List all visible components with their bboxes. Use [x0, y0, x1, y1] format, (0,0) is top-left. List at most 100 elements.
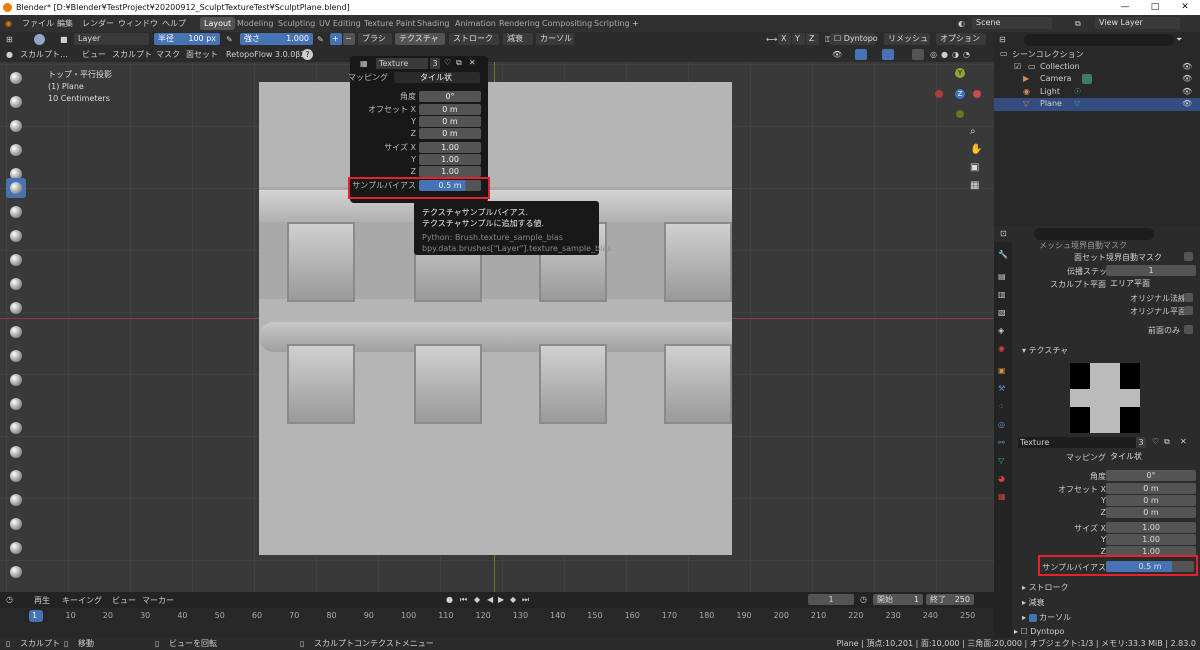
grab-brush-icon[interactable] — [6, 418, 26, 438]
multiplane-scrape-icon[interactable] — [6, 370, 26, 390]
tab-layout[interactable]: Layout — [200, 17, 236, 30]
mirror-z-toggle[interactable]: Z — [806, 33, 819, 45]
unlink-texture-icon[interactable]: ✕ — [469, 58, 476, 67]
collection-visibility-icon[interactable]: 👁 — [1182, 62, 1192, 71]
mask-menu[interactable]: マスク — [156, 47, 180, 62]
start-frame-field[interactable]: 開始 1 — [873, 594, 923, 605]
modifier-tab-icon[interactable]: ⚒ — [998, 384, 1005, 393]
record-button-icon[interactable]: ● — [446, 595, 453, 604]
tab-uv-editing[interactable]: UV Editing — [315, 17, 365, 30]
popup-offset-x-field[interactable]: 0 m — [419, 104, 481, 115]
flatten-brush-icon[interactable] — [6, 298, 26, 318]
brush-preview-icon[interactable] — [34, 34, 45, 45]
play-icon[interactable]: ▶ — [498, 595, 504, 604]
maximize-button[interactable]: □ — [1140, 0, 1170, 15]
new-texture-icon[interactable]: ⧉ — [1164, 437, 1170, 447]
light-label[interactable]: Light — [1040, 87, 1060, 96]
popup-size-x-field[interactable]: 1.00 — [419, 142, 481, 153]
brush-name-field[interactable]: Layer — [74, 33, 149, 45]
gizmo-y-axis[interactable]: Y — [955, 68, 965, 78]
object-tab-icon[interactable]: ▣ — [998, 366, 1006, 375]
tab-shading[interactable]: Shading — [413, 17, 454, 30]
inflate-brush-icon[interactable] — [6, 202, 26, 222]
constraints-tab-icon[interactable]: ⚯ — [998, 438, 1005, 447]
tab-scripting[interactable]: Scripting — [590, 17, 634, 30]
keying-menu[interactable]: キーイング — [62, 595, 102, 606]
close-button[interactable]: ✕ — [1170, 0, 1200, 15]
strength-field[interactable]: 強さ 1.000 — [240, 33, 313, 45]
remesh-dropdown[interactable]: リメッシュ — [884, 33, 930, 45]
gizmo-neg-x-axis[interactable] — [935, 90, 943, 98]
filter-icon[interactable]: ⏷ — [1176, 35, 1182, 45]
popup-texture-name[interactable]: Texture — [376, 58, 428, 69]
wireframe-shading-icon[interactable]: ◎ — [930, 47, 937, 62]
scene-tab-icon[interactable]: ◈ — [998, 326, 1004, 335]
mapping-select[interactable]: タイル状 — [1106, 451, 1196, 462]
draw-sharp-brush-icon[interactable] — [6, 92, 26, 112]
material-shading-icon[interactable]: ◑ — [952, 47, 959, 62]
blender-menu-icon[interactable]: ◉ — [5, 15, 12, 32]
offset-y-field[interactable]: 0 m — [1106, 495, 1196, 506]
tab-compositing[interactable]: Compositing — [538, 17, 596, 30]
faceset-mask-checkbox[interactable] — [1184, 252, 1193, 261]
stroke-section-header[interactable]: ▸ ストローク — [1022, 582, 1069, 593]
dyntopo-section-header[interactable]: ▸ ☐ Dyntopo — [1014, 627, 1064, 636]
thumb-brush-icon[interactable] — [6, 490, 26, 510]
original-normal-checkbox[interactable] — [1184, 293, 1193, 302]
next-keyframe-icon[interactable]: ◆ — [510, 595, 516, 604]
popup-mapping-select[interactable]: タイル状 — [394, 72, 480, 83]
prev-keyframe-icon[interactable]: ◆ — [474, 595, 480, 604]
original-plane-checkbox[interactable] — [1184, 306, 1193, 315]
tab-modeling[interactable]: Modeling — [233, 17, 277, 30]
collection-checkbox[interactable]: ☑ — [1014, 62, 1021, 71]
tool-tab-icon[interactable]: 🔧 — [998, 250, 1008, 259]
overlay-toggle-icon[interactable] — [882, 49, 894, 60]
jump-end-icon[interactable]: ⏭ — [522, 595, 529, 605]
playback-menu[interactable]: 再生 — [34, 595, 50, 606]
fill-brush-icon[interactable] — [6, 322, 26, 342]
camera-label[interactable]: Camera — [1040, 74, 1071, 83]
rendered-shading-icon[interactable]: ◔ — [963, 47, 970, 62]
timeline-type-icon[interactable]: ◷ — [6, 595, 13, 604]
layer-brush-icon[interactable] — [6, 178, 26, 198]
physics-tab-icon[interactable]: ◎ — [998, 420, 1005, 429]
xray-toggle-icon[interactable] — [912, 49, 924, 60]
popup-size-y-field[interactable]: 1.00 — [419, 154, 481, 165]
angle-field[interactable]: 0° — [1106, 470, 1196, 481]
add-button[interactable]: + — [330, 33, 342, 45]
texture-name-field[interactable]: Texture — [1018, 437, 1136, 448]
texture-tab-icon[interactable]: ▦ — [998, 492, 1006, 501]
popup-size-z-field[interactable]: 1.00 — [419, 166, 481, 177]
falloff-dropdown[interactable]: 減衰 — [503, 33, 533, 45]
options-dropdown[interactable]: オプション — [936, 33, 986, 45]
output-tab-icon[interactable]: ▥ — [998, 290, 1006, 299]
mirror-icon[interactable]: ⟷ — [766, 32, 777, 47]
view-layer-selector[interactable]: View Layer — [1095, 17, 1180, 29]
strength-pressure-icon[interactable]: ✎ — [317, 32, 324, 47]
popup-angle-field[interactable]: 0° — [419, 91, 481, 102]
world-tab-icon[interactable]: ◉ — [998, 344, 1005, 353]
offset-z-field[interactable]: 0 m — [1106, 507, 1196, 518]
popup-offset-z-field[interactable]: 0 m — [419, 128, 481, 139]
popup-texture-users[interactable]: 3 — [430, 58, 440, 69]
plane-label[interactable]: Plane — [1040, 99, 1062, 108]
mode-selector[interactable]: スカルプト… — [20, 47, 68, 62]
particles-tab-icon[interactable]: ⁘ — [998, 402, 1005, 411]
scene-collection-label[interactable]: シーンコレクション — [1012, 49, 1084, 60]
clay-strips-brush-icon[interactable] — [6, 140, 26, 160]
faceset-menu[interactable]: 面セット — [186, 47, 218, 62]
camera-view-icon[interactable]: ▣ — [970, 159, 984, 177]
help-icon[interactable]: ? — [302, 49, 313, 60]
tab-sculpting[interactable]: Sculpting — [274, 17, 319, 30]
cursor-dropdown[interactable]: カーソル — [536, 33, 574, 45]
gizmo-toggle-icon[interactable] — [855, 49, 867, 60]
plane-visibility-icon[interactable]: 👁 — [1182, 99, 1192, 108]
duplicate-texture-icon[interactable]: ⧉ — [456, 58, 462, 68]
tab-rendering[interactable]: Rendering — [495, 17, 544, 30]
clay-brush-icon[interactable] — [6, 116, 26, 136]
gizmo-neg-y-axis[interactable] — [956, 110, 964, 118]
cursor-section-header[interactable]: ▸ カーソル — [1022, 612, 1071, 623]
camera-visibility-icon[interactable]: 👁 — [1182, 74, 1192, 83]
zoom-icon[interactable]: ⌕ — [970, 123, 984, 141]
editor-type-icon[interactable]: ⊞ — [6, 32, 13, 47]
